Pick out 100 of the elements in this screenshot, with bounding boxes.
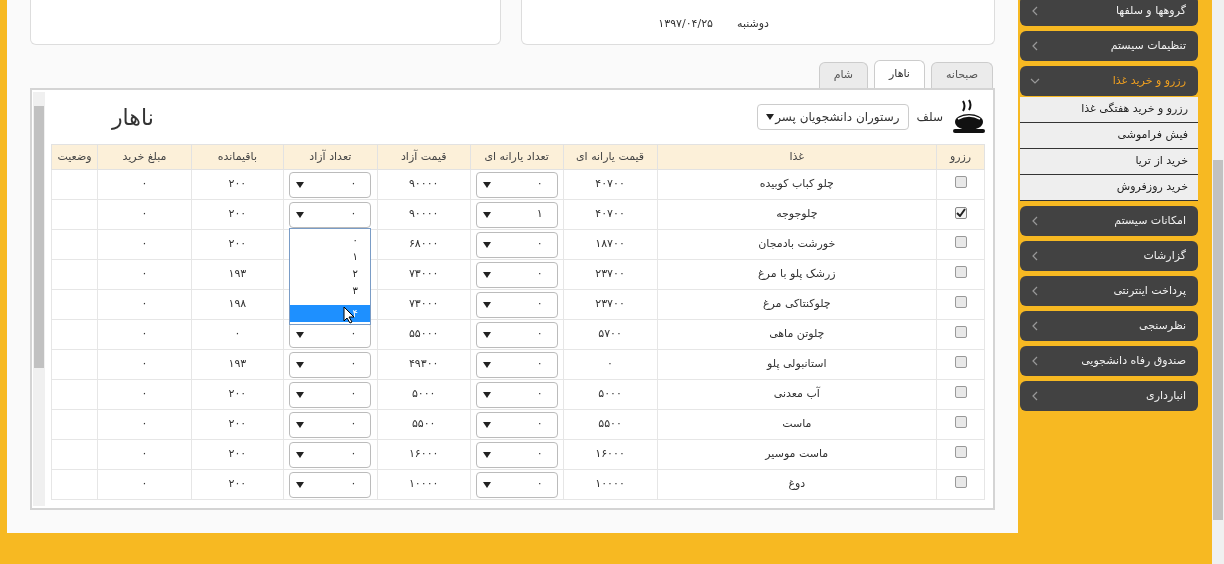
reserve-checkbox[interactable] (954, 325, 967, 338)
sidebar-item[interactable]: رزرو و خرید غذا (1020, 66, 1198, 96)
chevron-icon (1030, 41, 1040, 51)
sidebar-item[interactable]: پرداخت اینترنتی (1020, 276, 1198, 306)
amount-text: ۰ (141, 207, 148, 221)
dropdown-value: ۰ (536, 476, 544, 493)
caret-icon (482, 211, 491, 218)
remaining-text: ۱۹۳ (228, 357, 247, 371)
column-header: غذا (657, 144, 937, 170)
dropdown-value: ۰ (350, 176, 358, 193)
food-name: چلوتن ماهی (769, 327, 825, 341)
column-header: مبلغ خرید (97, 144, 192, 170)
chevron-icon (1030, 251, 1040, 261)
sidebar-item[interactable]: گزارشات (1020, 241, 1198, 271)
quantity-dropdown[interactable]: ۰ (475, 231, 558, 258)
quantity-dropdown[interactable]: ۰ (475, 381, 558, 408)
caret-icon (482, 331, 491, 338)
amount-text: ۰ (141, 387, 148, 401)
sidebar-item[interactable]: صندوق رفاه دانشجویی (1020, 346, 1198, 376)
reserve-checkbox[interactable] (954, 206, 967, 219)
reserve-checkbox[interactable] (954, 445, 967, 458)
price-text: ۰ (607, 357, 613, 371)
remaining-text: ۰ (234, 327, 241, 341)
amount-text: ۰ (141, 477, 148, 491)
sidebar-item[interactable]: گروهها و سلفها (1020, 0, 1198, 26)
food-name: دوغ (788, 477, 806, 491)
quantity-dropdown[interactable]: ۰ (289, 351, 372, 378)
quantity-dropdown[interactable]: ۰ (475, 351, 558, 378)
dropdown-value: ۰ (536, 326, 544, 343)
remaining-text: ۲۰۰ (228, 177, 247, 191)
submenu-item[interactable]: فیش فراموشی (1020, 123, 1198, 149)
meal-tab[interactable]: صبحانه (930, 62, 993, 88)
self-label: سلف (916, 109, 943, 126)
reserve-checkbox[interactable] (954, 415, 967, 428)
price-text: ۷۳۰۰۰ (408, 267, 439, 281)
amount-text: ۰ (141, 327, 148, 341)
quantity-dropdown[interactable]: ۰ (289, 201, 372, 228)
caret-icon (296, 391, 305, 398)
reserve-checkbox[interactable] (954, 355, 967, 368)
quantity-dropdown[interactable]: ۰ (475, 171, 558, 198)
quantity-dropdown[interactable]: ۰ (475, 471, 558, 498)
quantity-dropdown[interactable]: ۰ (475, 291, 558, 318)
meal-tab[interactable]: ناهار (874, 60, 925, 88)
reserve-checkbox[interactable] (954, 265, 967, 278)
column-header: باقیمانده (191, 144, 284, 170)
quantity-dropdown[interactable]: ۱ (475, 201, 558, 228)
submenu-item[interactable]: خرید از تریا (1020, 149, 1198, 175)
price-text: ۲۳۷۰۰ (595, 297, 625, 311)
quantity-dropdown[interactable]: ۰ (289, 411, 372, 438)
dropdown-option[interactable]: ۱ (289, 248, 370, 265)
quantity-dropdown[interactable]: ۰ (475, 411, 558, 438)
caret-icon (482, 451, 491, 458)
price-text: ۵۵۰۰ (411, 417, 436, 431)
chevron-icon (1030, 286, 1040, 296)
caret-icon (482, 181, 491, 188)
sidebar-item[interactable]: تنظیمات سیستم (1020, 31, 1198, 61)
amount-text: ۰ (141, 357, 148, 371)
weekday-text: دوشنبه (737, 16, 769, 33)
food-name: استانبولی پلو (767, 357, 827, 371)
dropdown-option[interactable]: ۳ (289, 282, 370, 299)
quantity-dropdown[interactable]: ۰ (289, 171, 372, 198)
caret-icon (296, 361, 305, 368)
meal-tab[interactable]: شام (818, 62, 869, 88)
sidebar-item[interactable]: امکانات سیستم (1020, 206, 1198, 236)
food-name: چلوجوجه (776, 207, 818, 221)
caret-icon (296, 481, 305, 488)
dropdown-value: ۰ (536, 236, 544, 253)
quantity-dropdown[interactable]: ۰ (289, 441, 372, 468)
price-text: ۲۳۷۰۰ (595, 267, 625, 281)
caret-icon (482, 361, 491, 368)
price-text: ۱۸۷۰۰ (595, 237, 625, 251)
reserve-checkbox[interactable] (954, 385, 967, 398)
caret-icon (482, 391, 491, 398)
caret-icon (482, 481, 491, 488)
sidebar-item[interactable]: انبارداری (1020, 381, 1198, 411)
quantity-dropdown[interactable]: ۰ (475, 261, 558, 288)
sidebar-item[interactable]: نظرسنجی (1020, 311, 1198, 341)
submenu-item[interactable]: رزرو و خرید هفتگی غذا (1020, 97, 1198, 123)
caret-icon (296, 211, 305, 218)
self-dropdown[interactable]: رستوران دانشجویان پسر (756, 104, 909, 130)
reserve-checkbox[interactable] (954, 175, 967, 188)
chevron-icon (1030, 356, 1040, 366)
dropdown-value: ۰ (536, 266, 544, 283)
quantity-dropdown[interactable]: ۰ (289, 471, 372, 498)
reserve-checkbox[interactable] (954, 235, 967, 248)
food-name: آب معدنی (773, 387, 820, 401)
quantity-dropdown[interactable]: ۰ (475, 321, 558, 348)
dropdown-value: ۰ (350, 446, 358, 463)
dropdown-option[interactable]: ۰ (289, 231, 370, 248)
chevron-icon (1030, 6, 1040, 16)
submenu-item[interactable]: خرید روزفروش (1020, 175, 1198, 201)
food-name: ماست موسیر (765, 447, 829, 461)
quantity-dropdown[interactable]: ۰ (475, 441, 558, 468)
reserve-checkbox[interactable] (954, 295, 967, 308)
reserve-checkbox[interactable] (954, 475, 967, 488)
column-header: رزرو (936, 144, 985, 170)
price-text: ۱۰۰۰۰ (595, 477, 625, 491)
food-name: ماست (782, 417, 812, 431)
quantity-dropdown[interactable]: ۰ (289, 381, 372, 408)
caret-icon (296, 181, 305, 188)
